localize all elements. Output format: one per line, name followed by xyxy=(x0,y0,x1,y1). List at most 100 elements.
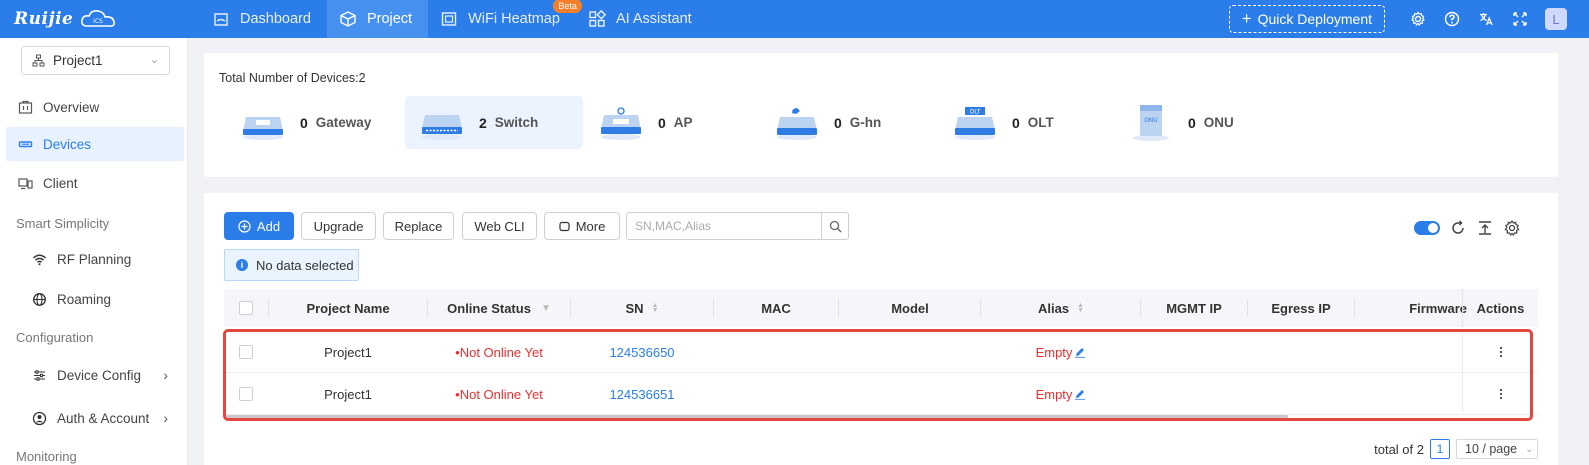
cube-icon xyxy=(340,11,356,27)
olt-device-icon: OLT xyxy=(955,106,995,140)
device-type-olt[interactable]: OLT 0 OLT xyxy=(938,96,1114,149)
sort-icon[interactable]: ▲ ▼ xyxy=(1077,302,1084,314)
wifi-icon xyxy=(32,254,47,265)
ghn-label: G-hn xyxy=(849,115,882,130)
user-circle-icon xyxy=(32,411,47,425)
sidebar-item-device-config-label: Device Config xyxy=(57,367,142,383)
chevron-right-icon: › xyxy=(163,367,168,383)
nav-ai-assistant[interactable]: AI Assistant xyxy=(576,0,708,38)
help-button[interactable] xyxy=(1435,0,1469,38)
sort-icon[interactable]: ▲ ▼ xyxy=(652,302,659,314)
device-summary-card: Total Number of Devices:2 0 Gateway 2 Sw… xyxy=(204,53,1558,177)
onu-count: 0 xyxy=(1188,114,1196,131)
device-type-switch[interactable]: 2 Switch xyxy=(405,96,583,149)
sidebar-item-overview-label: Overview xyxy=(43,99,100,115)
table-header: Project Name Online Status ▼ SN ▲ ▼ MAC M… xyxy=(224,289,1538,327)
devices-icon xyxy=(18,140,33,147)
device-type-onu[interactable]: ONU 0 ONU xyxy=(1114,96,1290,149)
device-type-ap[interactable]: 0 AP xyxy=(584,96,760,149)
total-count: total of 2 xyxy=(1374,441,1424,457)
heatmap-icon xyxy=(441,12,457,26)
help-icon xyxy=(1444,11,1460,27)
header-mgmt-ip[interactable]: MGMT IP xyxy=(1141,289,1247,327)
nav-project[interactable]: Project xyxy=(326,0,429,38)
svg-text:OLT: OLT xyxy=(970,108,981,115)
header-actions: Actions xyxy=(1462,289,1538,327)
sidebar-item-rf-planning[interactable]: RF Planning xyxy=(6,242,184,276)
sidebar-item-roaming[interactable]: Roaming xyxy=(6,282,184,316)
settings-button[interactable] xyxy=(1401,0,1435,38)
selection-info: i No data selected xyxy=(224,249,359,281)
column-settings-icon[interactable] xyxy=(1503,219,1521,237)
export-icon[interactable] xyxy=(1476,219,1494,237)
header-alias-label: Alias xyxy=(1037,300,1070,316)
header-egress-ip[interactable]: Egress IP xyxy=(1248,289,1354,327)
sidebar-item-devices-label: Devices xyxy=(43,136,92,152)
pagination: total of 2 1 10 / page ⌄ xyxy=(1374,439,1538,459)
nav-wifi-heatmap[interactable]: WiFi Heatmap Beta xyxy=(428,0,582,38)
sidebar-item-roaming-label: Roaming xyxy=(57,291,112,307)
page-size-select[interactable]: 10 / page ⌄ xyxy=(1456,439,1538,459)
more-icon xyxy=(559,221,570,231)
add-button-label: Add xyxy=(256,218,281,234)
device-type-ghn[interactable]: 0 G-hn xyxy=(760,96,936,149)
sliders-icon xyxy=(34,369,45,381)
device-type-gateway[interactable]: 0 Gateway xyxy=(226,96,406,149)
quick-deployment-button[interactable]: + Quick Deployment xyxy=(1228,5,1385,33)
header-project-name[interactable]: Project Name xyxy=(269,289,427,327)
header-alias[interactable]: Alias ▲ ▼ xyxy=(981,289,1141,327)
sidebar-item-devices[interactable]: Devices xyxy=(6,127,184,161)
header-model[interactable]: Model xyxy=(839,289,981,327)
header-sn[interactable]: SN ▲ ▼ xyxy=(571,289,713,327)
fullscreen-button[interactable] xyxy=(1503,0,1537,38)
select-all-checkbox[interactable] xyxy=(239,301,253,315)
replace-button[interactable]: Replace xyxy=(383,212,454,240)
search-button[interactable] xyxy=(821,212,849,240)
highlight-frame xyxy=(223,329,1533,421)
header-firmware[interactable]: Firmware xyxy=(1355,289,1467,327)
sidebar-group-smart-simplicity: Smart Simplicity xyxy=(16,216,110,231)
switch-count: 2 xyxy=(479,114,487,131)
total-devices-text: Total Number of Devices:2 xyxy=(219,71,366,85)
ap-device-icon xyxy=(601,106,641,140)
more-button[interactable]: More xyxy=(544,212,620,240)
olt-label: OLT xyxy=(1027,115,1054,130)
project-selector[interactable]: Project1 ⌄ xyxy=(21,46,170,75)
gateway-count: 0 xyxy=(300,114,308,131)
header-sn-label: SN xyxy=(625,300,644,316)
ruijie-logo[interactable]: Ruijie iCS xyxy=(0,0,200,38)
refresh-icon[interactable] xyxy=(1449,219,1467,237)
sidebar-item-overview[interactable]: Overview xyxy=(6,90,184,124)
ghn-device-icon xyxy=(777,107,817,140)
header-mac[interactable]: MAC xyxy=(714,289,838,327)
grid-apps-icon xyxy=(589,10,606,27)
header-online-status-label: Online Status xyxy=(447,300,531,316)
sidebar-item-auth-account[interactable]: Auth & Account › xyxy=(6,401,184,435)
sidebar-item-client-label: Client xyxy=(43,175,78,191)
page-number-button[interactable]: 1 xyxy=(1430,439,1450,459)
more-button-label: More xyxy=(575,218,606,234)
fullscreen-icon xyxy=(1513,12,1527,26)
web-cli-button[interactable]: Web CLI xyxy=(462,212,537,240)
selection-info-text: No data selected xyxy=(256,257,354,273)
auto-refresh-toggle[interactable] xyxy=(1414,221,1440,235)
add-button[interactable]: Add xyxy=(224,212,294,240)
sidebar-item-auth-account-label: Auth & Account xyxy=(57,410,150,426)
device-list-card: Add Upgrade Replace Web CLI More SN,MAC,… xyxy=(204,193,1558,465)
gateway-device-icon xyxy=(243,116,283,140)
sidebar-item-device-config[interactable]: Device Config › xyxy=(6,358,184,392)
filter-icon[interactable]: ▼ xyxy=(541,303,551,314)
language-button[interactable] xyxy=(1469,0,1503,38)
nav-dashboard[interactable]: Dashboard xyxy=(200,0,327,38)
olt-count: 0 xyxy=(1012,114,1020,131)
search-input[interactable]: SN,MAC,Alias xyxy=(626,212,822,240)
user-avatar[interactable]: L xyxy=(1545,8,1567,30)
sidebar-group-configuration: Configuration xyxy=(16,330,94,345)
sidebar-group-monitoring: Monitoring xyxy=(16,449,77,464)
page-size-value: 10 / page xyxy=(1465,442,1518,456)
sidebar-item-client[interactable]: Client xyxy=(6,166,184,200)
search-icon xyxy=(829,220,841,232)
upgrade-button[interactable]: Upgrade xyxy=(301,212,376,240)
header-online-status[interactable]: Online Status ▼ xyxy=(428,289,570,327)
nav-dashboard-label: Dashboard xyxy=(240,11,311,27)
